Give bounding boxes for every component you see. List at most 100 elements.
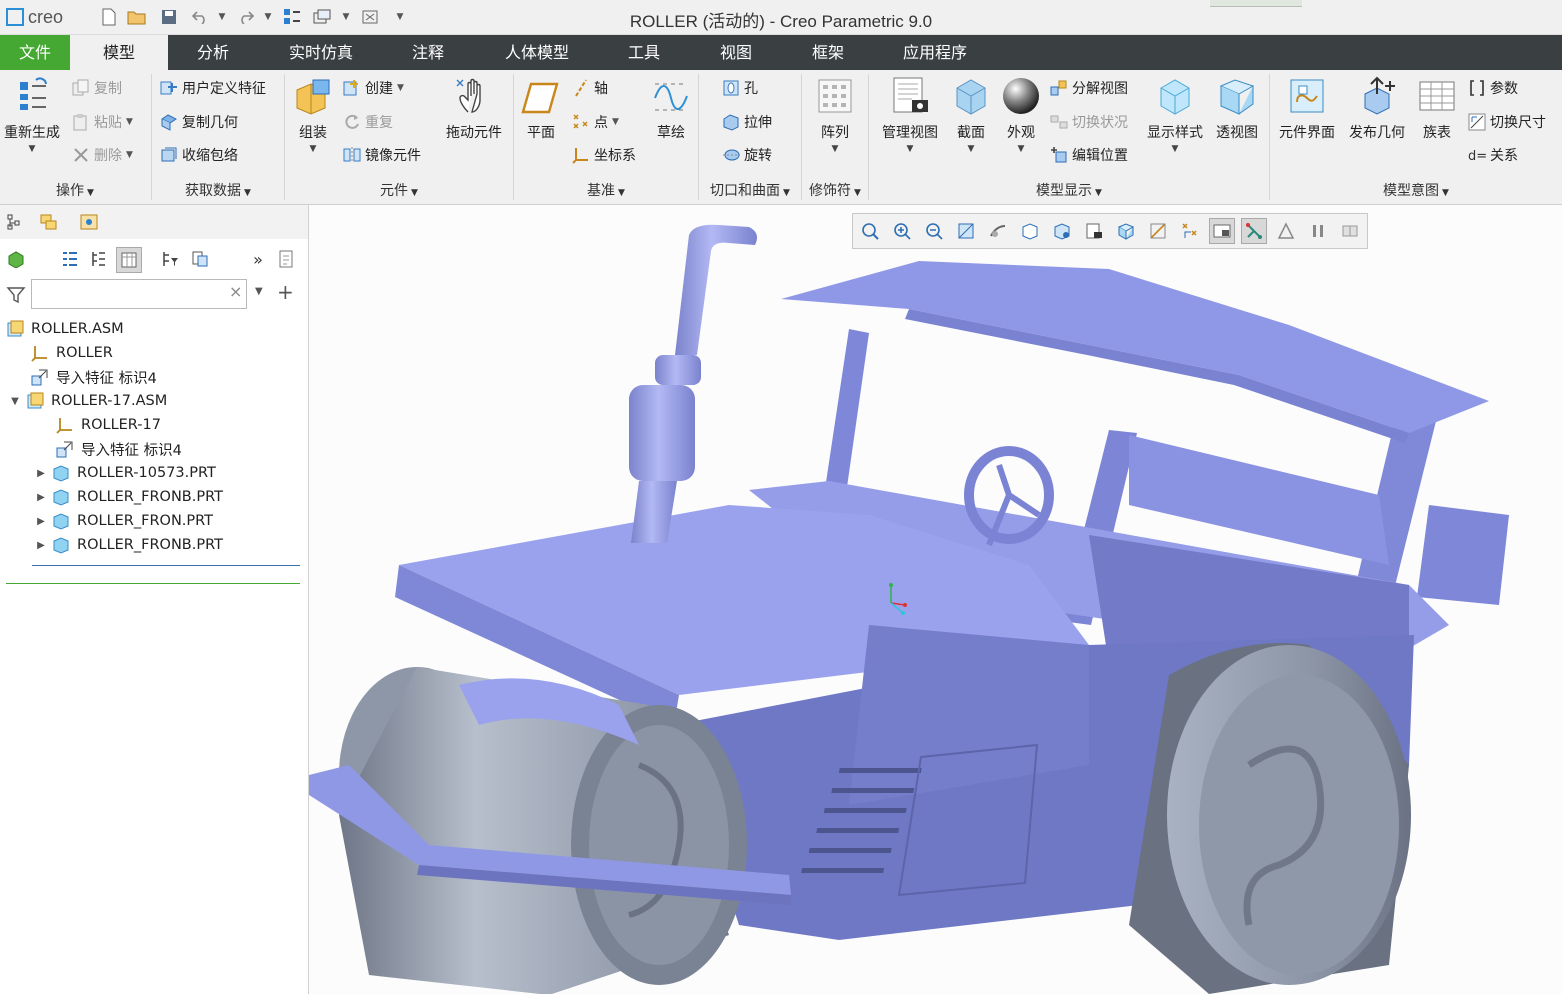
toggle-status-button[interactable]: 切换状况 [1050, 112, 1128, 132]
spin-center-icon[interactable] [985, 218, 1011, 244]
datum-planes-icon[interactable] [1273, 218, 1299, 244]
explode-view-button[interactable]: 分解视图 [1050, 78, 1128, 98]
details-icon[interactable] [274, 247, 298, 271]
tree-node[interactable]: ▶ ROLLER_FRONB.PRT [34, 533, 223, 557]
publish-geometry-button[interactable]: 发布几何 [1344, 76, 1410, 142]
point-button[interactable]: 点 ▼ [572, 112, 619, 132]
tree-node[interactable]: ▼ ROLLER-17.ASM [8, 389, 167, 413]
tab-manikin[interactable]: 人体模型 [492, 35, 582, 70]
tree-columns-icon[interactable] [116, 247, 142, 273]
revolve-button[interactable]: 旋转 [722, 145, 772, 165]
axis-button[interactable]: 轴 [572, 78, 608, 98]
edit-position-button[interactable]: 编辑位置 [1050, 145, 1128, 165]
expand-icon[interactable]: ▶ [34, 468, 48, 479]
repeat-button[interactable]: 重复 [343, 112, 393, 132]
mirror-component-button[interactable]: 镜像元件 [343, 145, 421, 165]
tree-node[interactable]: ROLLER [31, 341, 113, 365]
tree-node[interactable]: ▶ ROLLER-10573.PRT [34, 461, 216, 485]
tab-annotate[interactable]: 注释 [396, 35, 460, 70]
delete-button[interactable]: 删除 ▼ [72, 145, 133, 165]
group-label-model-display[interactable]: 模型显示 ▼ [869, 180, 1269, 200]
datum-display-filter-icon[interactable] [1145, 218, 1171, 244]
tree-display-icon[interactable] [188, 247, 212, 271]
annotation-display-icon[interactable] [1177, 218, 1203, 244]
copy-button[interactable]: 复制 [72, 78, 122, 98]
group-label-operations[interactable]: 操作 ▼ [0, 180, 150, 200]
section-button[interactable]: 截面 ▼ [948, 76, 994, 154]
csys-button[interactable]: 坐标系 [572, 145, 636, 165]
layer-tree-tab-icon[interactable] [38, 211, 60, 233]
tree-node[interactable]: ROLLER-17 [56, 413, 161, 437]
collapse-icon[interactable]: ▼ [8, 396, 22, 407]
zoom-out-icon[interactable] [921, 218, 947, 244]
component-interface-button[interactable]: 元件界面 [1274, 76, 1340, 142]
display-style-button[interactable]: 显示样式 ▼ [1144, 76, 1206, 154]
tab-framework[interactable]: 框架 [796, 35, 860, 70]
saved-orientations-icon[interactable] [1049, 218, 1075, 244]
family-table-button[interactable]: 族表 [1414, 76, 1460, 142]
appearance-button[interactable]: 外观 ▼ [998, 76, 1044, 154]
tree-node[interactable]: ▶ ROLLER_FRON.PRT [34, 509, 213, 533]
group-label-datum[interactable]: 基准 ▼ [514, 180, 698, 200]
tree-settings-icon[interactable] [158, 247, 182, 271]
expand-icon[interactable]: ▶ [34, 492, 48, 503]
refit-icon[interactable] [857, 218, 883, 244]
insert-here-indicator[interactable] [32, 565, 300, 566]
tab-tools[interactable]: 工具 [612, 35, 676, 70]
perspective-button[interactable]: 透视图 [1213, 76, 1261, 142]
pause-icon[interactable] [1305, 218, 1331, 244]
view-manager-icon[interactable] [1081, 218, 1107, 244]
favorites-tab-icon[interactable] [78, 211, 100, 233]
tab-view[interactable]: 视图 [704, 35, 768, 70]
manage-views-button[interactable]: 管理视图 ▼ [878, 76, 942, 154]
search-dropdown-icon[interactable]: ▼ [255, 286, 263, 297]
tab-analysis[interactable]: 分析 [181, 35, 245, 70]
roller-model-render[interactable] [309, 205, 1562, 994]
tree-search-input[interactable] [31, 279, 247, 309]
tree-node[interactable]: ROLLER.ASM [6, 317, 124, 341]
group-label-get-data[interactable]: 获取数据 ▼ [152, 180, 284, 200]
section-icon[interactable] [1337, 218, 1363, 244]
add-filter-icon[interactable]: + [277, 280, 294, 304]
tree-filter-icon[interactable] [58, 247, 82, 271]
tree-expand-icon[interactable] [86, 247, 110, 271]
shade-edges-icon[interactable] [1209, 218, 1235, 244]
feature-end-indicator[interactable] [6, 583, 300, 584]
udf-button[interactable]: 用户定义特征 [160, 78, 266, 98]
more-icon[interactable]: » [246, 247, 270, 271]
tree-node[interactable]: 导入特征 标识4 [31, 365, 157, 389]
expand-icon[interactable]: ▶ [34, 516, 48, 527]
repaint-icon[interactable] [953, 218, 979, 244]
show-icon[interactable] [4, 247, 28, 271]
relations-button[interactable]: d= 关系 [1468, 145, 1518, 165]
perspective-view-icon[interactable] [1113, 218, 1139, 244]
paste-button[interactable]: 粘贴 ▼ [72, 112, 133, 132]
sketch-button[interactable]: 草绘 [648, 76, 694, 142]
pattern-button[interactable]: 阵列 ▼ [812, 76, 858, 154]
group-label-modifiers[interactable]: 修饰符 ▼ [802, 180, 868, 200]
tab-model[interactable]: 模型 [70, 35, 168, 70]
tab-file[interactable]: 文件 [0, 35, 70, 70]
drag-components-button[interactable]: 拖动元件 [440, 76, 508, 142]
zoom-in-icon[interactable] [889, 218, 915, 244]
switch-dimensions-button[interactable]: 切换尺寸 [1468, 112, 1546, 132]
group-label-model-intent[interactable]: 模型意图 ▼ [1270, 180, 1562, 200]
tab-applications[interactable]: 应用程序 [890, 35, 980, 70]
shrinkwrap-button[interactable]: 收缩包络 [160, 145, 238, 165]
regenerate-button[interactable]: 重新生成 ▼ [2, 76, 62, 154]
tab-live-simulation[interactable]: 实时仿真 [276, 35, 366, 70]
tree-node[interactable]: ▶ ROLLER_FRONB.PRT [34, 485, 223, 509]
filter-funnel-icon[interactable] [6, 285, 26, 309]
extrude-button[interactable]: 拉伸 [722, 112, 772, 132]
clear-search-icon[interactable]: × [229, 282, 242, 301]
expand-icon[interactable]: ▶ [34, 540, 48, 551]
group-label-component[interactable]: 元件 ▼ [285, 180, 513, 200]
tree-node[interactable]: 导入特征 标识4 [56, 437, 182, 461]
parameters-button[interactable]: 参数 [1468, 78, 1518, 98]
hole-button[interactable]: 孔 [722, 78, 758, 98]
display-style-icon[interactable] [1017, 218, 1043, 244]
plane-button[interactable]: 平面 [518, 76, 564, 142]
copy-geometry-button[interactable]: 复制几何 [160, 112, 238, 132]
group-label-cut-surface[interactable]: 切口和曲面 ▼ [699, 180, 801, 200]
create-button[interactable]: 创建 ▼ [343, 78, 404, 98]
